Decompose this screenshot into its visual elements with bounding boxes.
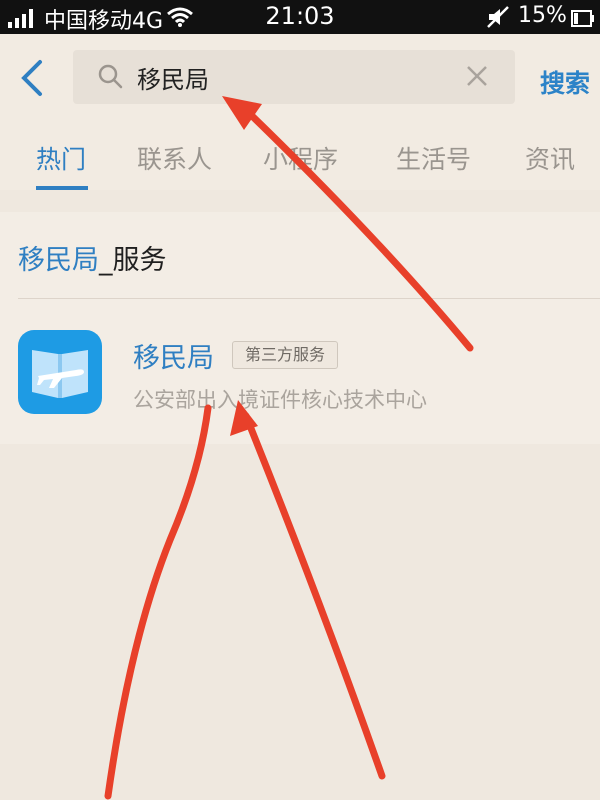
category-tabs: 热门 联系人 小程序 生活号 资讯 [0, 124, 600, 190]
service-section: 移民局_服务 移民局 第三方服务 公安部出入境证件核心技术中心 [0, 212, 600, 444]
section-title: 移民局_服务 [18, 238, 167, 277]
search-icon [98, 64, 123, 89]
tab-news[interactable]: 资讯 [525, 140, 575, 176]
mute-icon [487, 6, 509, 28]
tab-life-accounts[interactable]: 生活号 [396, 140, 471, 176]
tab-contacts[interactable]: 联系人 [137, 140, 212, 176]
search-header: 移民局 搜索 [0, 34, 600, 124]
back-arrow-icon[interactable] [14, 58, 48, 98]
tab-mini-programs[interactable]: 小程序 [263, 140, 338, 176]
search-input[interactable]: 移民局 [73, 50, 515, 104]
clear-icon[interactable] [465, 64, 489, 88]
battery-icon [571, 10, 594, 27]
status-bar: 中国移动4G 21:03 15% [0, 0, 600, 34]
arrow-to-service-result [230, 400, 386, 780]
battery-percent: 15% [518, 3, 567, 28]
service-description: 公安部出入境证件核心技术中心 [133, 388, 427, 412]
search-query[interactable]: 移民局 [137, 60, 209, 95]
freehand-line [104, 404, 212, 800]
search-button[interactable]: 搜索 [540, 64, 590, 100]
section-title-suffix: _服务 [99, 245, 167, 276]
clock: 21:03 [265, 2, 335, 30]
service-result-item[interactable]: 移民局 第三方服务 公安部出入境证件核心技术中心 [0, 310, 600, 430]
plane-book-icon [18, 330, 102, 414]
active-tab-indicator [36, 186, 88, 190]
section-title-keyword: 移民局 [18, 245, 99, 276]
service-name[interactable]: 移民局 [133, 336, 214, 375]
third-party-badge: 第三方服务 [232, 341, 338, 369]
tab-hot[interactable]: 热门 [36, 140, 86, 176]
section-divider [18, 298, 600, 299]
